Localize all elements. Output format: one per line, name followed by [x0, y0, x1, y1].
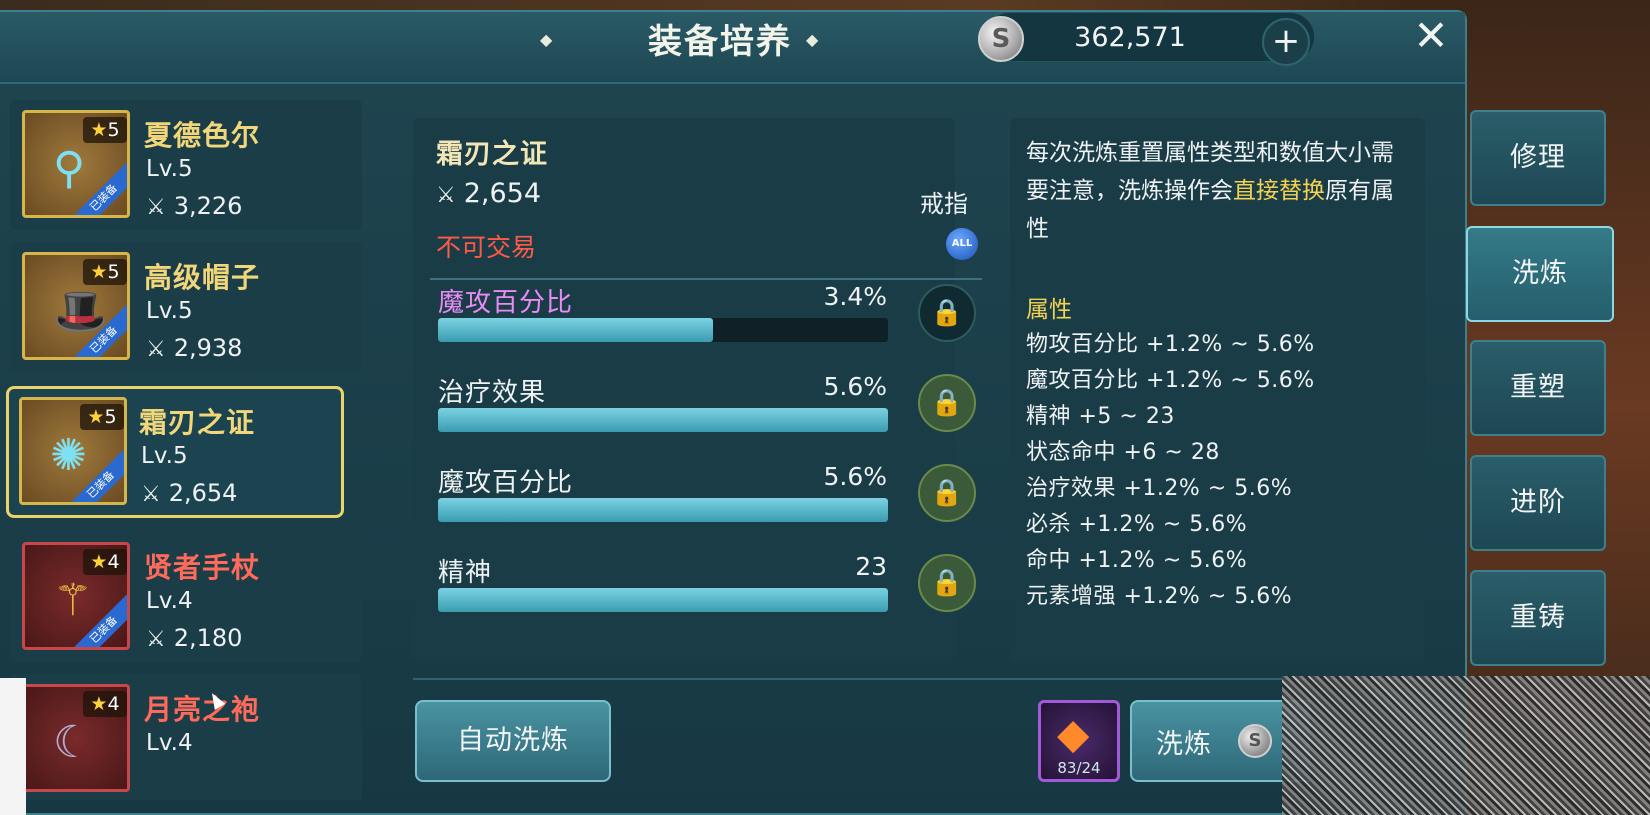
detail-item-power: ⚔ 2,654: [436, 178, 542, 209]
attribute-bar: [438, 318, 888, 342]
top-hat-icon: ★5 🎩 已装备: [22, 252, 130, 360]
equipment-item[interactable]: ★5 ⚲ 已装备 夏德色尔 Lv.5 ⚔ 3,226: [10, 100, 362, 230]
attribute-range: 状态命中 +6 ~ 28: [1026, 440, 1220, 465]
item-art: 🎩: [53, 286, 108, 337]
earrings-icon: ★5 ⚲ 已装备: [22, 110, 130, 218]
item-name: 贤者手杖: [144, 551, 261, 584]
lock-icon[interactable]: 🔒: [918, 374, 976, 432]
item-level: Lv.5: [146, 156, 193, 182]
refine-description: 每次洗炼重置属性类型和数值大小需要注意，洗炼操作会直接替换原有属性: [1026, 140, 1394, 242]
equipment-item[interactable]: ★4 ☾ 月亮之袍 Lv.4: [10, 674, 362, 800]
close-button[interactable]: ✕: [1408, 14, 1454, 60]
side-tab[interactable]: 洗炼: [1466, 226, 1614, 322]
item-name: 夏德色尔: [144, 119, 261, 152]
attribute-range: 治疗效果 +1.2% ~ 5.6%: [1026, 476, 1293, 501]
star-badge: ★4: [83, 691, 127, 717]
frost-ring-icon: ★5 ✺ 已装备: [19, 397, 127, 505]
equipment-list[interactable]: ★5 ⚲ 已装备 夏德色尔 Lv.5 ⚔ 3,226 ★5 🎩 已装备 高级帽子 …: [0, 100, 362, 800]
crystal-icon: ◆: [1057, 709, 1090, 758]
item-power: ⚔ 2,654: [141, 479, 238, 507]
edge-patch: [0, 678, 26, 815]
attribute-range: 元素增强 +1.2% ~ 5.6%: [1026, 584, 1293, 609]
equipment-slot: 戒指: [920, 190, 968, 218]
silver-coin-icon: S: [978, 16, 1024, 62]
crossed-swords-icon: ⚔: [146, 337, 166, 362]
add-currency-button[interactable]: +: [1262, 18, 1310, 66]
star-badge: ★5: [83, 259, 127, 285]
attribute-value: 5.6%: [823, 372, 887, 401]
item-power: ⚔ 2,180: [146, 624, 243, 652]
attribute-name: 精神: [438, 558, 493, 588]
attribute-bar-fill: [438, 408, 888, 432]
item-name: 高级帽子: [144, 261, 261, 294]
item-power: ⚔ 2,938: [146, 334, 243, 362]
item-level: Lv.5: [146, 298, 193, 324]
crossed-swords-icon: ⚔: [146, 195, 166, 220]
item-art: ⚲: [53, 143, 86, 194]
attribute-range: 魔攻百分比 +1.2% ~ 5.6%: [1026, 368, 1315, 393]
pixelated-overlay: [1282, 676, 1650, 815]
star-badge: ★5: [83, 117, 127, 143]
attribute-value: 3.4%: [823, 282, 887, 311]
divider: [430, 278, 982, 280]
silver-coin-icon: S: [1238, 724, 1272, 758]
attribute-value: 5.6%: [823, 462, 887, 491]
item-name: 霜刃之证: [139, 406, 256, 439]
side-tab[interactable]: 重铸: [1470, 570, 1606, 666]
moon-robe-icon: ★4 ☾: [22, 684, 130, 792]
attribute-name: 魔攻百分比: [438, 468, 574, 498]
window-title: 装备培养: [648, 22, 792, 62]
attribute-ranges-title: 属性: [1026, 297, 1072, 323]
item-level: Lv.5: [141, 443, 188, 469]
title-ornament-left-icon: ◆: [540, 30, 553, 49]
equipment-item[interactable]: ★5 🎩 已装备 高级帽子 Lv.5 ⚔ 2,938: [10, 242, 362, 372]
item-art: ⚚: [53, 575, 93, 626]
item-name: 月亮之袍: [144, 693, 261, 726]
sage-staff-icon: ★4 ⚚ 已装备: [22, 542, 130, 650]
equipment-item-selected[interactable]: ★5 ✺ 已装备 霜刃之证 Lv.5 ⚔ 2,654: [6, 386, 344, 518]
attribute-bar-fill: [438, 498, 888, 522]
item-power: ⚔ 3,226: [146, 192, 243, 220]
lock-icon[interactable]: 🔒: [918, 464, 976, 522]
side-tab[interactable]: 重塑: [1470, 340, 1606, 436]
attribute-value: 23: [855, 552, 887, 581]
attribute-range: 命中 +1.2% ~ 5.6%: [1026, 548, 1248, 573]
side-tab[interactable]: 修理: [1470, 110, 1606, 206]
crossed-swords-icon: ⚔: [436, 183, 456, 208]
crossed-swords-icon: ⚔: [146, 627, 166, 652]
trade-status: 不可交易: [436, 233, 537, 262]
attribute-range: 必杀 +1.2% ~ 5.6%: [1026, 512, 1248, 537]
attribute-bar: [438, 498, 888, 522]
attribute-bar-fill: [438, 588, 888, 612]
item-level: Lv.4: [146, 730, 193, 756]
detail-item-name: 霜刃之证: [436, 139, 548, 170]
refine-button-label: 洗炼: [1156, 729, 1212, 760]
lock-icon[interactable]: 🔒: [918, 554, 976, 612]
item-level: Lv.4: [146, 588, 193, 614]
attribute-bar: [438, 588, 888, 612]
item-art: ✺: [50, 430, 87, 481]
currency-amount: 362,571: [1074, 22, 1186, 53]
title-ornament-right-icon: ◆: [806, 30, 819, 49]
attribute-name: 治疗效果: [438, 378, 547, 408]
refine-material-slot[interactable]: ◆ 83/24: [1038, 700, 1120, 782]
star-badge: ★5: [80, 404, 124, 430]
crossed-swords-icon: ⚔: [141, 482, 161, 507]
lock-icon[interactable]: 🔒: [918, 284, 976, 342]
side-tab[interactable]: 进阶: [1470, 455, 1606, 551]
attribute-name: 魔攻百分比: [438, 288, 574, 318]
equipment-item[interactable]: ★4 ⚚ 已装备 贤者手杖 Lv.4 ⚔ 2,180: [10, 532, 362, 662]
attribute-range: 精神 +5 ~ 23: [1026, 404, 1175, 429]
attribute-bar: [438, 408, 888, 432]
auto-refine-button[interactable]: 自动洗炼: [415, 700, 611, 782]
attribute-bar-fill: [438, 318, 713, 342]
material-count: 83/24: [1057, 759, 1101, 777]
attribute-range: 物攻百分比 +1.2% ~ 5.6%: [1026, 332, 1315, 357]
star-badge: ★4: [83, 549, 127, 575]
item-art: ☾: [53, 717, 93, 768]
all-class-badge: ALL: [946, 228, 978, 260]
